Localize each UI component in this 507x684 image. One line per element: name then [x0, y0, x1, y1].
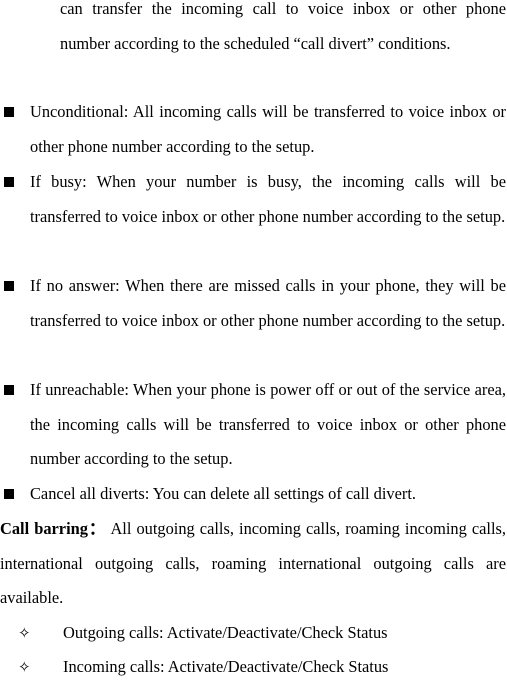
barring-item-outgoing: ✧ Outgoing calls: Activate/Deactivate/Ch… — [0, 616, 507, 650]
square-bullet-icon — [4, 281, 14, 291]
divert-option-text: If busy: When your number is busy, the i… — [30, 172, 506, 226]
barring-item-text: Outgoing calls: Activate/Deactivate/Chec… — [63, 623, 388, 642]
call-barring-paragraph: Call barring： All outgoing calls, incomi… — [0, 512, 506, 616]
call-barring-heading: Call barring： — [0, 519, 107, 538]
divert-option-text: If unreachable: When your phone is power… — [30, 380, 506, 469]
four-point-star-icon: ✧ — [18, 624, 31, 642]
square-bullet-icon — [4, 177, 14, 187]
barring-item-incoming: ✧ Incoming calls: Activate/Deactivate/Ch… — [0, 650, 507, 684]
square-bullet-icon — [4, 107, 14, 117]
barring-item-text: Incoming calls: Activate/Deactivate/Chec… — [63, 657, 389, 676]
divert-option-text: Cancel all diverts: You can delete all s… — [30, 484, 416, 503]
intro-continuation-paragraph: can transfer the incoming call to voice … — [60, 0, 506, 53]
square-bullet-icon — [4, 489, 14, 499]
divert-option-text: Unconditional: All incoming calls will b… — [30, 102, 506, 156]
square-bullet-icon — [4, 385, 14, 395]
divert-option-text: If no answer: When there are missed call… — [30, 276, 506, 330]
four-point-star-icon: ✧ — [18, 658, 31, 676]
